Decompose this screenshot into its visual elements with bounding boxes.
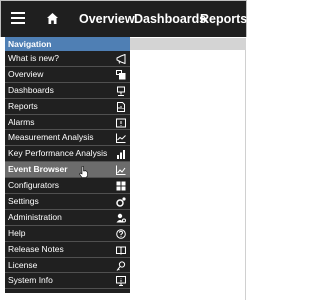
sidebar-item-label: License <box>8 259 38 270</box>
alarm-icon <box>116 118 126 128</box>
configurator-icon <box>116 181 126 191</box>
sidebar-item-what-is-new[interactable]: What is new? <box>5 51 130 67</box>
sidebar-item-label: Overview <box>8 68 44 79</box>
sidebar-header: Navigation <box>5 37 130 51</box>
sidebar-item-label: Administration <box>8 211 62 222</box>
event-chart-icon <box>116 165 126 176</box>
system-info-icon <box>116 276 126 287</box>
top-navigation-bar: Overview Dashboards Reports <box>0 0 247 37</box>
main-content-area <box>130 50 246 300</box>
content-header-strip <box>130 38 246 50</box>
sidebar-item-overview[interactable]: Overview <box>5 67 130 83</box>
hamburger-menu-icon[interactable] <box>11 12 25 24</box>
sidebar-item-event-browser[interactable]: Event Browser <box>5 162 130 179</box>
sidebar-item-measurement-analysis[interactable]: Measurement Analysis <box>5 130 130 147</box>
sidebar-item-administration[interactable]: Administration <box>5 210 130 226</box>
sidebar-item-license[interactable]: License <box>5 258 130 274</box>
bar-chart-icon <box>116 149 126 160</box>
sidebar-item-system-info[interactable]: System Info <box>5 273 130 290</box>
sidebar-item-label: Key Performance Analysis <box>8 148 108 159</box>
nav-reports-link[interactable]: Reports <box>200 12 247 26</box>
navigation-sidebar: Navigation What is new? Overview Dashboa… <box>5 37 130 293</box>
home-icon[interactable] <box>46 12 59 25</box>
sidebar-item-label: Configurators <box>8 180 60 191</box>
sidebar-item-settings[interactable]: Settings <box>5 194 130 210</box>
sidebar-item-label: Release Notes <box>8 243 64 254</box>
user-admin-icon <box>116 213 126 223</box>
sidebar-item-release-notes[interactable]: Release Notes <box>5 242 130 258</box>
nav-dashboards-link[interactable]: Dashboards <box>134 12 206 26</box>
nav-overview-link[interactable]: Overview <box>79 12 135 26</box>
sidebar-item-alarms[interactable]: Alarms <box>5 115 130 131</box>
sidebar-item-label: Reports <box>8 100 38 111</box>
gear-icon <box>116 197 126 207</box>
megaphone-icon <box>116 54 126 64</box>
overview-icon <box>116 69 126 80</box>
sidebar-item-label: Measurement Analysis <box>8 132 94 143</box>
sidebar-item-label: Settings <box>8 196 39 207</box>
book-icon <box>116 245 126 255</box>
license-icon <box>116 260 126 271</box>
help-icon <box>116 228 126 239</box>
sidebar-item-configurators[interactable]: Configurators <box>5 178 130 195</box>
sidebar-item-help[interactable]: Help <box>5 226 130 242</box>
sidebar-item-label: Dashboards <box>8 84 54 95</box>
sidebar-item-label: System Info <box>8 275 53 286</box>
sidebar-item-label: Alarms <box>8 116 35 127</box>
sidebar-item-dashboards[interactable]: Dashboards <box>5 83 130 99</box>
sidebar-item-label: What is new? <box>8 53 60 63</box>
hand-pointer-cursor-icon <box>79 166 88 178</box>
sidebar-item-key-performance-analysis[interactable]: Key Performance Analysis <box>5 146 130 163</box>
line-chart-icon <box>116 133 126 144</box>
sidebar-item-label: Event Browser <box>8 164 68 175</box>
dashboard-icon <box>116 86 126 96</box>
report-icon <box>116 101 126 112</box>
sidebar-item-reports[interactable]: Reports <box>5 99 130 115</box>
sidebar-item-label: Help <box>8 227 26 238</box>
